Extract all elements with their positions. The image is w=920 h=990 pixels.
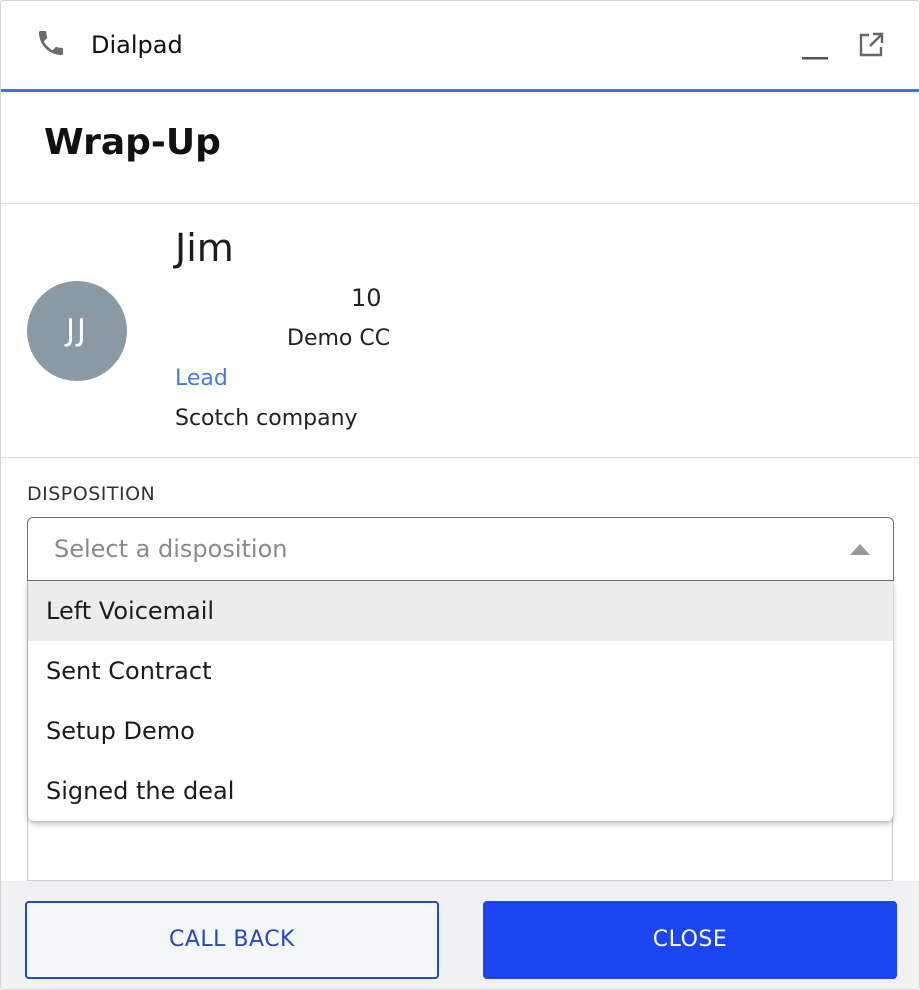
- close-button[interactable]: CLOSE: [483, 901, 897, 979]
- contact-card: JJ Jim 10 Demo CC Lead Scotch company: [1, 204, 919, 458]
- minimize-icon[interactable]: [801, 39, 829, 61]
- caret-up-icon: [850, 544, 870, 555]
- disposition-option-left-voicemail[interactable]: Left Voicemail: [28, 581, 893, 641]
- disposition-label: DISPOSITION: [27, 483, 156, 505]
- disposition-option-sent-contract[interactable]: Sent Contract: [28, 641, 893, 701]
- contact-number: 10: [351, 284, 382, 312]
- contact-type-link[interactable]: Lead: [175, 366, 228, 391]
- disposition-select[interactable]: Select a disposition: [27, 517, 894, 581]
- page-title: Wrap-Up: [44, 122, 221, 163]
- disposition-option-signed-the-deal[interactable]: Signed the deal: [28, 761, 893, 821]
- disposition-option-setup-demo[interactable]: Setup Demo: [28, 701, 893, 761]
- app-header: Dialpad: [1, 1, 919, 92]
- disposition-placeholder: Select a disposition: [54, 535, 288, 563]
- phone-icon: [39, 31, 63, 55]
- contact-team: Demo CC: [287, 326, 391, 351]
- disposition-dropdown: Left Voicemail Sent Contract Setup Demo …: [28, 581, 893, 821]
- external-link-icon[interactable]: [857, 31, 885, 59]
- call-back-button[interactable]: CALL BACK: [25, 901, 439, 979]
- contact-company: Scotch company: [175, 406, 358, 431]
- wrapup-window: Dialpad Wrap-Up JJ Jim 10 Demo CC Lead S…: [0, 0, 920, 990]
- contact-name: Jim: [175, 226, 234, 270]
- avatar: JJ: [27, 281, 127, 381]
- app-title: Dialpad: [91, 31, 183, 59]
- footer-actions: CALL BACK CLOSE: [1, 881, 919, 989]
- wrapup-header: Wrap-Up: [1, 92, 919, 204]
